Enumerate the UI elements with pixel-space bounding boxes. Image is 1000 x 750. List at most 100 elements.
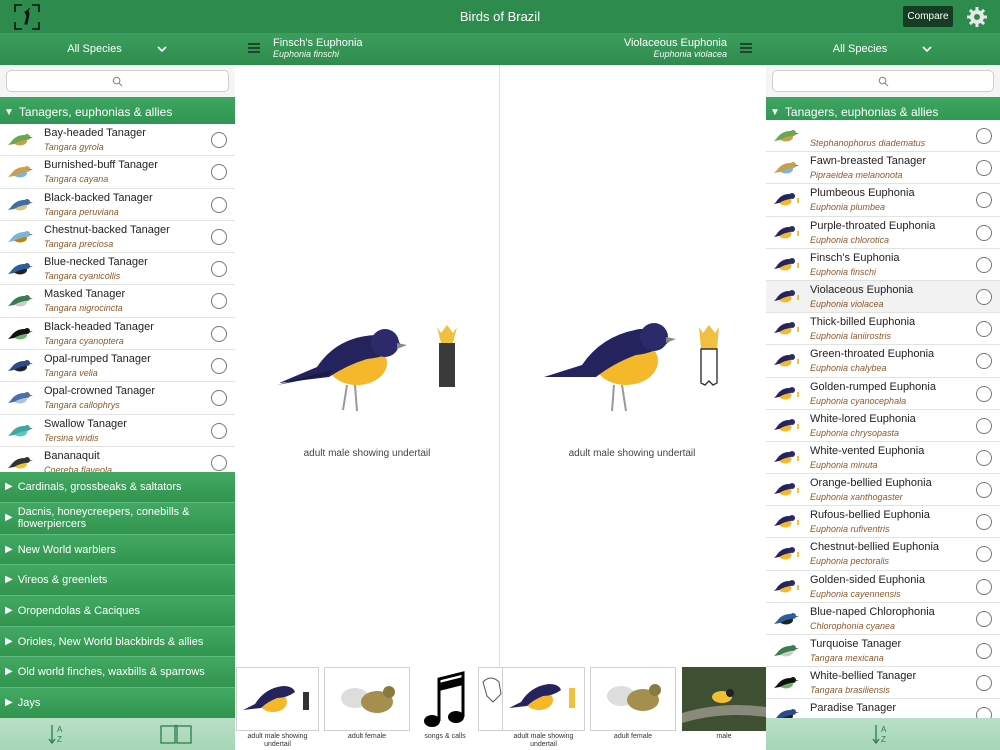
species-row[interactable]: Fawn-breasted Tanager Pipraeidea melanono… bbox=[766, 152, 1000, 185]
species-row[interactable]: Opal-crowned Tanager Tangara callophrys bbox=[0, 382, 235, 415]
species-row[interactable]: Orange-bellied Euphonia Euphonia xanthoga… bbox=[766, 474, 1000, 507]
right-menu-icon[interactable] bbox=[740, 42, 752, 54]
species-row[interactable]: Burnished-buff Tanager Tangara cayana bbox=[0, 156, 235, 189]
compare-radio-button[interactable] bbox=[976, 578, 992, 595]
compare-radio-button[interactable] bbox=[976, 482, 992, 499]
compare-radio-button[interactable] bbox=[211, 196, 227, 213]
thumbnail-left-male[interactable] bbox=[236, 667, 319, 731]
compare-radio-button[interactable] bbox=[976, 675, 992, 692]
compare-radio-button[interactable] bbox=[976, 449, 992, 466]
species-row[interactable]: Black-backed Tanager Tangara peruviana bbox=[0, 188, 235, 221]
species-row[interactable]: Bay-headed Tanager Tangara gyrola bbox=[0, 124, 235, 157]
thumbnail-caption: adult male showing undertail bbox=[247, 733, 308, 748]
triangle-down-icon: ▼ bbox=[4, 106, 14, 118]
sort-az-icon[interactable]: A Z bbox=[872, 723, 892, 745]
field-guide-logo-icon[interactable] bbox=[14, 4, 40, 30]
species-row[interactable]: Rufous-bellied Euphonia Euphonia rufivent… bbox=[766, 506, 1000, 539]
family-header[interactable]: ▶ Orioles, New World blackbirds & allies bbox=[0, 626, 235, 658]
family-header[interactable]: ▶ Oropendolas & Caciques bbox=[0, 596, 235, 627]
species-row[interactable]: Chestnut-bellied Euphonia Euphonia pector… bbox=[766, 538, 1000, 571]
species-row[interactable]: Violaceous Euphonia Euphonia violacea bbox=[766, 280, 1000, 314]
species-row[interactable]: Blue-necked Tanager Tangara cyanicollis bbox=[0, 253, 235, 286]
compare-radio-button[interactable] bbox=[211, 454, 227, 471]
species-row[interactable]: Finsch's Euphonia Euphonia finschi bbox=[766, 248, 1000, 281]
thumbnail-map[interactable] bbox=[478, 667, 504, 731]
compare-radio-button[interactable] bbox=[976, 256, 992, 273]
compare-radio-button[interactable] bbox=[976, 160, 992, 177]
left-menu-icon[interactable] bbox=[248, 42, 260, 54]
right-filter-select[interactable]: All Species bbox=[766, 33, 1000, 65]
compare-radio-button[interactable] bbox=[211, 164, 227, 181]
species-row[interactable]: Chestnut-backed Tanager Tangara preciosa bbox=[0, 220, 235, 254]
species-row[interactable]: Turquoise Tanager Tangara mexicana bbox=[766, 635, 1000, 668]
compare-radio-button[interactable] bbox=[976, 321, 992, 338]
finschs-euphonia-illustration[interactable] bbox=[277, 315, 437, 425]
violaceous-euphonia-illustration[interactable] bbox=[542, 315, 702, 425]
book-icon[interactable] bbox=[160, 724, 192, 744]
compare-button[interactable]: Compare bbox=[903, 6, 953, 27]
compare-radio-button[interactable] bbox=[211, 132, 227, 148]
species-row[interactable]: Swallow Tanager Tersina viridis bbox=[0, 414, 235, 447]
family-header[interactable]: ▶ Vireos & greenlets bbox=[0, 565, 235, 597]
compare-radio-button[interactable] bbox=[211, 325, 227, 342]
species-scientific-name: Euphonia chrysopasta bbox=[810, 427, 900, 438]
family-label: New World warblers bbox=[17, 543, 116, 556]
compare-radio-button[interactable] bbox=[211, 228, 227, 245]
species-row[interactable]: Green-throated Euphonia Euphonia chalybea bbox=[766, 345, 1000, 378]
compare-radio-button[interactable] bbox=[976, 514, 992, 531]
species-row[interactable]: Masked Tanager Tangara nigrocincta bbox=[0, 285, 235, 318]
bird-thumbnail-icon bbox=[776, 709, 799, 718]
thumbnail-left-female[interactable] bbox=[324, 667, 410, 731]
family-header[interactable]: ▶ Dacnis, honeycreepers, conebills & flow… bbox=[0, 502, 235, 535]
compare-radio-button[interactable] bbox=[211, 358, 227, 375]
undertail-icon bbox=[437, 325, 457, 387]
sort-az-icon[interactable]: A Z bbox=[48, 723, 68, 745]
family-header[interactable]: ▶ Old world finches, waxbills & sparrows bbox=[0, 657, 235, 689]
compare-radio-button[interactable] bbox=[211, 422, 227, 439]
species-row[interactable]: White-vented Euphonia Euphonia minuta bbox=[766, 441, 1000, 475]
compare-radio-button[interactable] bbox=[976, 192, 992, 209]
settings-gear-icon[interactable] bbox=[966, 6, 988, 28]
species-common-name: Swallow Tanager bbox=[44, 417, 127, 430]
compare-radio-button[interactable] bbox=[211, 390, 227, 407]
triangle-right-icon: ▶ bbox=[5, 635, 13, 647]
compare-radio-button[interactable] bbox=[976, 385, 992, 402]
compare-radio-button[interactable] bbox=[976, 353, 992, 370]
species-row[interactable]: Blue-naped Chlorophonia Chlorophonia cyan… bbox=[766, 602, 1000, 635]
species-row[interactable]: Plumbeous Euphonia Euphonia plumbea bbox=[766, 184, 1000, 217]
compare-radio-button[interactable] bbox=[976, 610, 992, 627]
left-open-family-header[interactable]: ▼ Tanagers, euphonias & allies bbox=[0, 97, 235, 127]
left-species-name: Finsch's Euphonia bbox=[273, 37, 363, 49]
compare-radio-button[interactable] bbox=[211, 261, 227, 278]
left-search-input[interactable] bbox=[6, 70, 229, 92]
compare-radio-button[interactable] bbox=[211, 293, 227, 310]
family-header[interactable]: ▶ Jays bbox=[0, 688, 235, 718]
species-row[interactable]: Thick-billed Euphonia Euphonia laniirostr… bbox=[766, 313, 1000, 346]
species-row[interactable]: Opal-rumped Tanager Tangara velia bbox=[0, 350, 235, 383]
left-filter-select[interactable]: All Species bbox=[0, 33, 235, 65]
species-row[interactable]: Golden-rumped Euphonia Euphonia cyanoceph… bbox=[766, 377, 1000, 410]
compare-radio-button[interactable] bbox=[976, 643, 992, 659]
compare-radio-button[interactable] bbox=[976, 707, 992, 718]
thumbnail-right-male[interactable] bbox=[502, 667, 585, 731]
species-row[interactable]: White-bellied Tanager Tangara brasiliensi… bbox=[766, 667, 1000, 700]
compare-radio-button[interactable] bbox=[976, 128, 992, 144]
compare-radio-button[interactable] bbox=[976, 288, 992, 305]
thumbnail-photo[interactable] bbox=[682, 667, 766, 731]
compare-radio-button[interactable] bbox=[976, 546, 992, 563]
species-row[interactable]: White-lored Euphonia Euphonia chrysopasta bbox=[766, 409, 1000, 442]
family-header[interactable]: ▶ Cardinals, grossbeaks & saltators bbox=[0, 472, 235, 503]
compare-radio-button[interactable] bbox=[976, 224, 992, 241]
species-row[interactable]: Black-headed Tanager Tangara cyanoptera bbox=[0, 317, 235, 351]
right-search-input[interactable] bbox=[772, 70, 994, 92]
species-row[interactable]: Stephanophorus diadematus bbox=[766, 120, 1000, 153]
family-header[interactable]: ▶ New World warblers bbox=[0, 534, 235, 566]
species-row[interactable]: Golden-sided Euphonia Euphonia cayennensi… bbox=[766, 570, 1000, 603]
species-row[interactable]: Purple-throated Euphonia Euphonia chlorot… bbox=[766, 216, 1000, 249]
species-common-name: Rufous-bellied Euphonia bbox=[810, 509, 930, 522]
compare-radio-button[interactable] bbox=[976, 417, 992, 434]
species-row[interactable]: Paradise TanagerTangara chilensis bbox=[766, 699, 1000, 718]
thumbnail-right-female[interactable] bbox=[590, 667, 676, 731]
music-note-icon[interactable] bbox=[420, 669, 470, 731]
right-species-header: Violaceous Euphonia Euphonia violacea bbox=[600, 37, 727, 60]
